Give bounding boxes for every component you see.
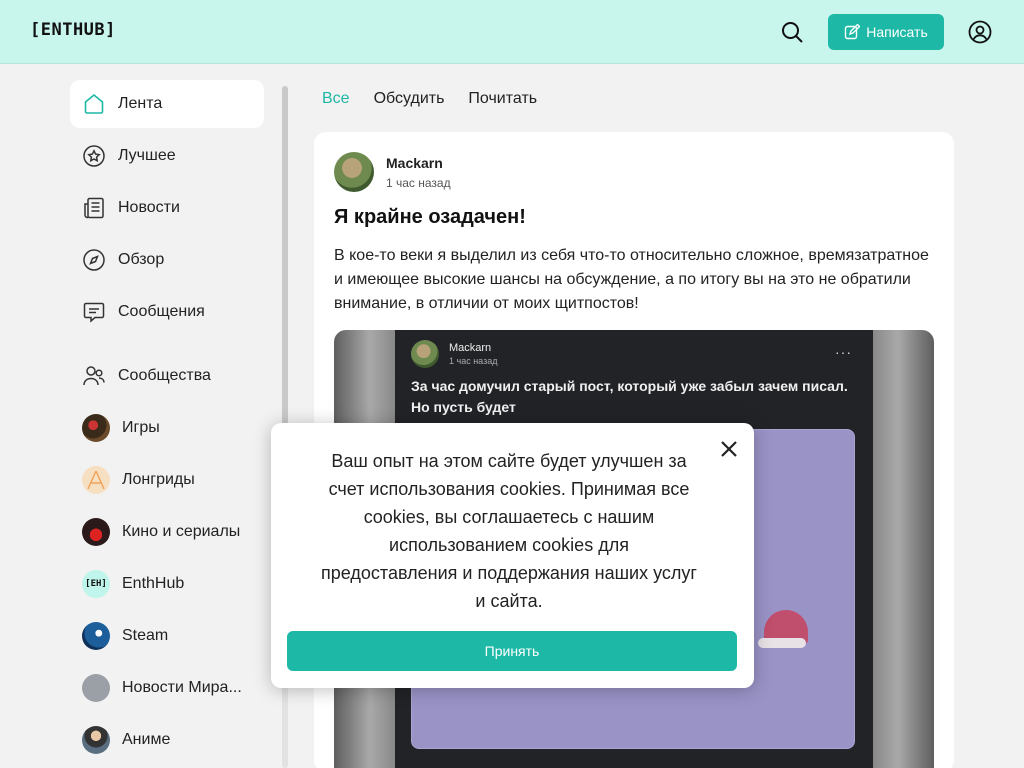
accept-cookies-button[interactable]: Принять — [287, 631, 737, 671]
sidebar-item-overview[interactable]: Обзор — [70, 236, 264, 284]
sidebar-item-label: Лучшее — [118, 147, 176, 164]
sidebar-item-label: Обзор — [118, 251, 165, 268]
enthub-logo[interactable]: [ENTHUB] — [30, 20, 116, 40]
post-author[interactable]: Mackarn — [386, 155, 443, 171]
tab-all[interactable]: Все — [322, 90, 350, 108]
sidebar-scrollbar-thumb[interactable] — [282, 86, 288, 426]
steam-icon — [82, 622, 110, 650]
star-icon — [82, 144, 106, 168]
community-label: Лонгриды — [122, 471, 195, 488]
screenshot-avatar — [411, 340, 439, 368]
home-icon — [82, 92, 106, 116]
community-anime[interactable]: Аниме — [70, 716, 264, 764]
tab-read[interactable]: Почитать — [468, 90, 537, 108]
community-label: Новости Мира... — [122, 679, 242, 696]
community-avatar — [82, 518, 110, 546]
cookie-consent-dialog: Ваш опыт на этом сайте будет улучшен за … — [271, 423, 754, 688]
sidebar-item-best[interactable]: Лучшее — [70, 132, 264, 180]
close-icon[interactable] — [717, 437, 741, 461]
users-icon — [82, 364, 106, 388]
message-icon — [82, 300, 106, 324]
compass-icon — [82, 248, 106, 272]
screenshot-time: 1 час назад — [449, 356, 498, 366]
community-steam[interactable]: Steam — [70, 612, 264, 660]
community-enthub[interactable]: [EH] EnthHub — [70, 560, 264, 608]
more-icon: ··· — [835, 344, 852, 360]
sidebar-item-messages[interactable]: Сообщения — [70, 288, 264, 336]
top-header: [ENTHUB] Написать — [0, 0, 1024, 64]
sidebar: Лента Лучшее Новости Обзор Сообщения Соо… — [70, 80, 270, 768]
sidebar-item-communities[interactable]: Сообщества — [70, 352, 264, 400]
community-movies[interactable]: Кино и сериалы — [70, 508, 264, 556]
author-avatar[interactable] — [334, 152, 374, 192]
community-label: Игры — [122, 419, 160, 436]
search-icon[interactable] — [780, 20, 804, 44]
post-title[interactable]: Я крайне озадачен! — [334, 206, 526, 229]
community-longreads[interactable]: Лонгриды — [70, 456, 264, 504]
sidebar-item-label: Сообщения — [118, 303, 205, 320]
sidebar-item-feed[interactable]: Лента — [70, 80, 264, 128]
community-label: Кино и сериалы — [122, 523, 241, 540]
user-profile-icon[interactable] — [968, 20, 992, 44]
post-text: В кое-то веки я выделил из себя что-то о… — [334, 247, 929, 312]
pencil-icon — [844, 24, 861, 40]
write-post-label: Написать — [866, 24, 928, 40]
community-avatar — [82, 726, 110, 754]
community-avatar — [82, 674, 110, 702]
community-games[interactable]: Игры — [70, 404, 264, 452]
screenshot-graphic — [758, 638, 806, 648]
community-world-news[interactable]: Новости Мира... — [70, 664, 264, 712]
sidebar-item-label: Лента — [118, 95, 163, 112]
community-avatar — [82, 466, 110, 494]
feed-tabs: Все Обсудить Почитать — [322, 90, 537, 108]
community-label: EnthHub — [122, 575, 185, 592]
write-post-button[interactable]: Написать — [828, 14, 944, 50]
tab-discuss[interactable]: Обсудить — [374, 90, 445, 108]
community-avatar — [82, 414, 110, 442]
community-label: Steam — [122, 627, 169, 644]
screenshot-author: Mackarn — [449, 342, 492, 354]
sidebar-item-news[interactable]: Новости — [70, 184, 264, 232]
community-avatar: [EH] — [82, 570, 110, 598]
screenshot-text: За час домучил старый пост, который уже … — [411, 378, 848, 415]
sidebar-item-label: Новости — [118, 199, 180, 216]
community-label: Аниме — [122, 731, 171, 748]
cookie-message: Ваш опыт на этом сайте будет улучшен за … — [321, 451, 697, 611]
newspaper-icon — [82, 196, 106, 220]
post-time: 1 час назад — [386, 176, 451, 190]
sidebar-item-label: Сообщества — [118, 367, 211, 384]
